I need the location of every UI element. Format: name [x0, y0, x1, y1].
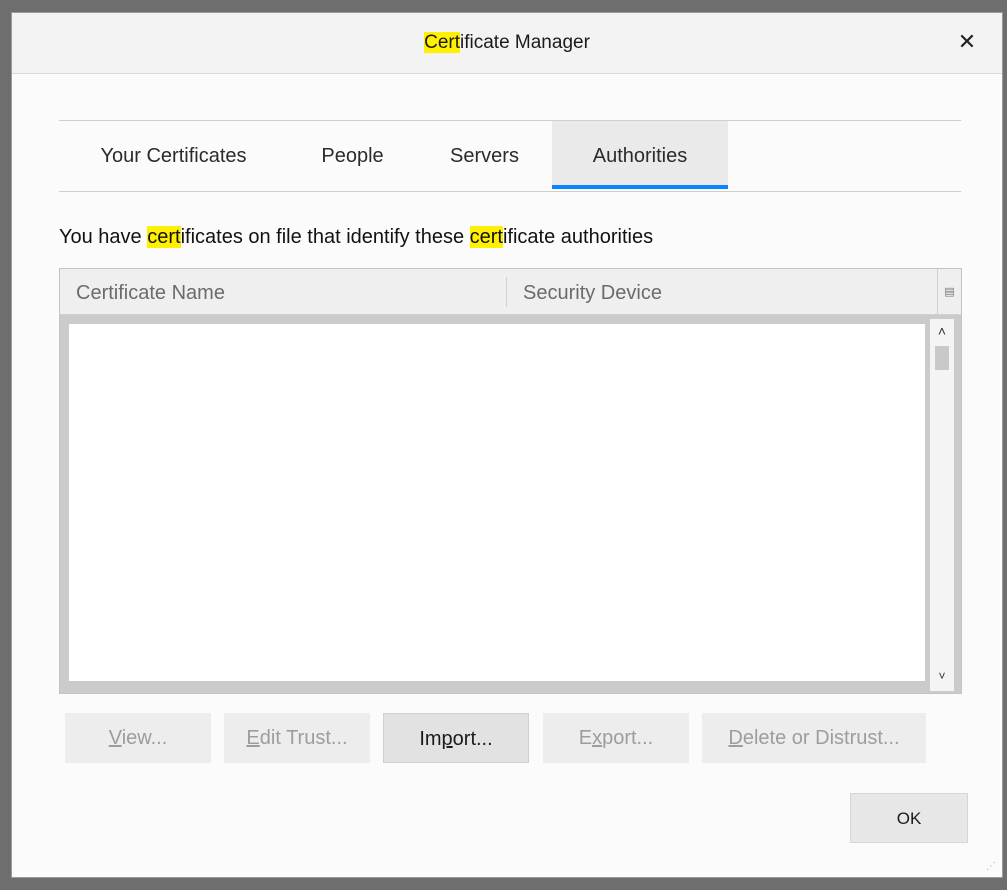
column-header-security-device[interactable]: Security Device — [507, 269, 937, 315]
desc-highlight: cert — [469, 226, 503, 248]
column-header-certificate-name[interactable]: Certificate Name — [60, 269, 506, 315]
certificate-manager-dialog: Certificate Manager ✕ Your Certificates … — [11, 12, 1003, 878]
scroll-thumb[interactable] — [935, 346, 949, 370]
tab-people[interactable]: People — [288, 121, 417, 189]
export-button[interactable]: Export... — [543, 713, 689, 763]
tab-bar: Your Certificates People Servers Authori… — [59, 120, 961, 192]
desc-part: ificate authorities — [502, 226, 654, 248]
column-picker-icon[interactable]: ▤ — [937, 269, 961, 315]
title-rest: ificate Manager — [460, 32, 590, 53]
import-button[interactable]: Import... — [383, 713, 529, 763]
button-label: elete or Distrust... — [742, 727, 900, 749]
mnemonic: V — [108, 727, 122, 749]
mnemonic: E — [246, 727, 260, 749]
mnemonic: p — [441, 728, 453, 750]
mnemonic: x — [592, 727, 603, 749]
authorities-description: You have certificates on file that ident… — [59, 226, 653, 249]
delete-or-distrust-button[interactable]: Delete or Distrust... — [702, 713, 926, 763]
mnemonic: D — [728, 727, 743, 749]
title-bar: Certificate Manager ✕ — [12, 13, 1002, 74]
resize-grip-icon[interactable]: ⋰ — [986, 861, 998, 873]
button-label: Im — [419, 728, 442, 750]
tree-header: Certificate Name Security Device ▤ — [60, 269, 961, 315]
desc-highlight: cert — [147, 226, 181, 248]
ok-button[interactable]: OK — [850, 793, 968, 843]
view-button[interactable]: View... — [65, 713, 211, 763]
tab-your-certificates[interactable]: Your Certificates — [59, 121, 288, 189]
tab-authorities[interactable]: Authorities — [552, 121, 728, 189]
button-label: port... — [602, 727, 654, 749]
desc-part: ificates on file that identify these — [180, 226, 470, 248]
button-label: E — [578, 727, 593, 749]
certificate-tree[interactable]: Certificate Name Security Device ▤ ˄ ˅ — [59, 268, 962, 694]
tree-body[interactable] — [69, 324, 925, 681]
button-label: dit Trust... — [259, 727, 348, 749]
vertical-scrollbar[interactable]: ˄ ˅ — [930, 319, 954, 691]
edit-trust-button[interactable]: Edit Trust... — [224, 713, 370, 763]
button-label: ort... — [452, 728, 493, 750]
close-icon[interactable]: ✕ — [952, 27, 982, 57]
tab-servers[interactable]: Servers — [417, 121, 552, 189]
title-highlight: Cert — [424, 32, 460, 53]
scroll-down-icon[interactable]: ˅ — [930, 669, 954, 689]
dialog-title: Certificate Manager — [12, 13, 1002, 73]
button-label: iew... — [121, 727, 168, 749]
scroll-up-icon[interactable]: ˄ — [930, 323, 954, 343]
desc-part: You have — [59, 226, 148, 248]
